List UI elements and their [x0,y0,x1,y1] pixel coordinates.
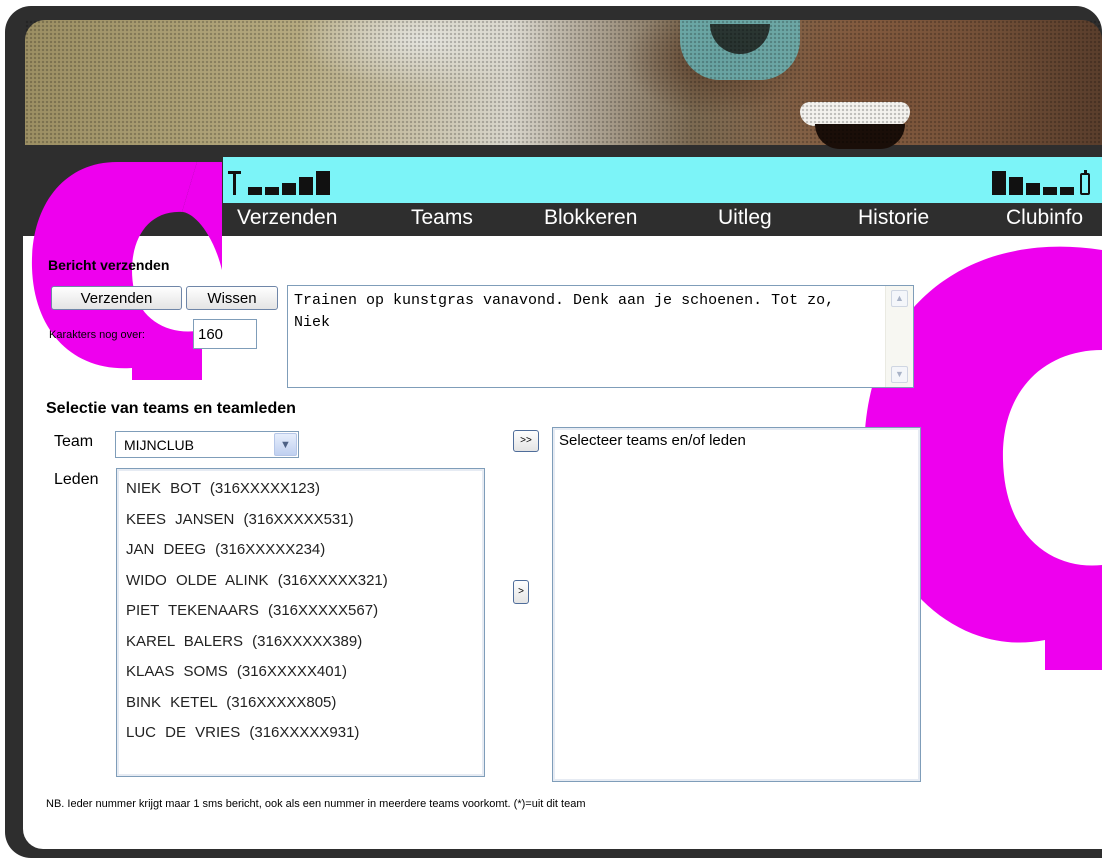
members-list[interactable]: NIEK BOT (316XXXXX123) KEES JANSEN (316X… [116,468,485,777]
footnote: NB. Ieder nummer krijgt maar 1 sms beric… [46,798,586,810]
list-item[interactable]: KLAAS SOMS (316XXXXX401) [117,657,484,688]
list-item[interactable]: KAREL BALERS (316XXXXX389) [117,627,484,658]
message-scrollbar[interactable]: ▲ ▼ [885,286,913,387]
list-item[interactable]: NIEK BOT (316XXXXX123) [117,474,484,505]
list-item[interactable]: JAN DEEG (316XXXXX234) [117,535,484,566]
scroll-up-icon[interactable]: ▲ [891,290,908,307]
selected-placeholder: Selecteer teams en/of leden [559,432,746,449]
list-item[interactable]: WIDO OLDE ALINK (316XXXXX321) [117,566,484,597]
message-input[interactable]: Trainen op kunstgras vanavond. Denk aan … [288,286,884,387]
members-label: Leden [54,471,99,488]
team-select[interactable]: MIJNCLUB ▼ [115,431,299,458]
add-member-button[interactable]: > [513,580,529,604]
message-box: Trainen op kunstgras vanavond. Denk aan … [287,285,914,388]
compose-title: Bericht verzenden [48,257,170,273]
chars-left-field[interactable] [193,319,257,349]
clear-button[interactable]: Wissen [186,286,278,310]
list-item[interactable]: BINK KETEL (316XXXXX805) [117,688,484,719]
list-item[interactable]: PIET TEKENAARS (316XXXXX567) [117,596,484,627]
team-label: Team [54,433,94,450]
add-team-button[interactable]: >> [513,430,539,452]
list-item[interactable]: LUC DE VRIES (316XXXXX931) [117,718,484,749]
send-button[interactable]: Verzenden [51,286,182,310]
selection-title: Selectie van teams en teamleden [46,400,296,417]
scroll-down-icon[interactable]: ▼ [891,366,908,383]
chars-left-label: Karakters nog over: [49,329,145,341]
team-select-value: MIJNCLUB [124,437,195,453]
selected-recipients-list[interactable]: Selecteer teams en/of leden [552,427,921,782]
chevron-down-icon[interactable]: ▼ [274,433,297,456]
list-item[interactable]: KEES JANSEN (316XXXXX531) [117,505,484,536]
